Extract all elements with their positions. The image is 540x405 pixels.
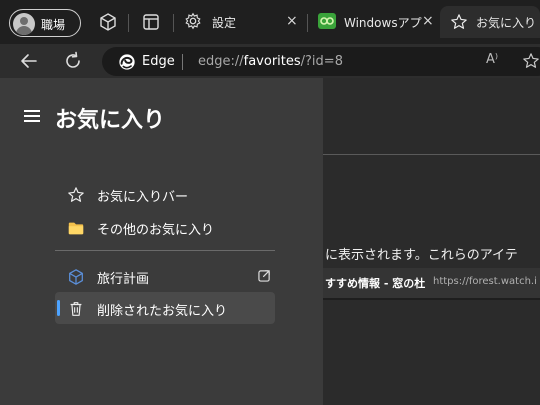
close-icon[interactable]: × [422, 14, 434, 28]
favorite-entry-title: すすめ情報 - 窓の杜 [325, 277, 426, 290]
profile-button[interactable]: 職場 [9, 9, 81, 37]
favorites-side-panel: お気に入り お気に入りバー その他のお気に入り 旅行計画 削除されたお気に入り [0, 78, 323, 405]
star-outline-icon [68, 187, 84, 202]
url-text[interactable]: edge://favorites/?id=8 [198, 54, 343, 69]
favorite-entry-row[interactable]: すすめ情報 - 窓の杜 https://forest.watch.i [323, 268, 540, 300]
gear-icon [185, 12, 201, 30]
nav-item-travel-plan[interactable]: 旅行計画 [55, 260, 275, 292]
nav-item-other-favorites[interactable]: その他のお気に入り [55, 211, 275, 243]
main-divider [323, 154, 540, 155]
tab-windows-app-title: Windowsアプ [344, 16, 422, 30]
tab-favorites[interactable]: お気に入り [440, 6, 540, 38]
tab-bar: 職場 設定 × Windowsアプ × お気に入り [0, 0, 540, 44]
address-divider [182, 54, 183, 70]
vertical-tabs-icon[interactable] [141, 12, 161, 32]
close-icon[interactable]: × [286, 14, 298, 28]
workspaces-icon[interactable] [98, 12, 118, 32]
nav-item-deleted-favorites[interactable]: 削除されたお気に入り [55, 292, 275, 324]
tab-favorites-title: お気に入り [476, 16, 537, 30]
edge-logo-icon [119, 54, 135, 70]
nav-item-label: お気に入りバー [97, 190, 189, 205]
nav-item-favorites-bar[interactable]: お気に入りバー [55, 178, 275, 210]
trash-icon [70, 302, 82, 316]
nav-item-label: 削除されたお気に入り [97, 304, 228, 319]
menu-icon[interactable] [24, 110, 40, 124]
app-store-icon [318, 13, 336, 29]
tab-windows-app[interactable]: Windowsアプ × [312, 6, 438, 38]
refresh-icon[interactable] [62, 50, 84, 72]
favorite-entry-url: https://forest.watch.i [433, 276, 537, 287]
favorites-star-icon [451, 14, 467, 29]
avatar [13, 13, 35, 35]
collection-cube-icon [69, 269, 83, 285]
tab-settings[interactable]: 設定 × [178, 6, 304, 38]
nav-item-label: 旅行計画 [97, 272, 150, 287]
navigation-bar: Edge edge://favorites/?id=8 A⁾ [0, 44, 540, 78]
open-external-icon[interactable] [258, 269, 271, 282]
tab-settings-title: 設定 [212, 16, 237, 30]
favorites-description-text: に表示されます。これらのアイテ [325, 248, 518, 263]
panel-divider [55, 250, 275, 251]
browser-brand-label: Edge [142, 54, 175, 69]
add-favorite-star-icon[interactable] [522, 52, 540, 70]
page-title: お気に入り [55, 108, 166, 133]
profile-label: 職場 [41, 18, 66, 32]
nav-item-label: その他のお気に入り [97, 223, 215, 238]
back-arrow-icon[interactable] [18, 50, 40, 72]
selection-indicator [57, 300, 60, 316]
read-aloud-icon[interactable]: A⁾ [486, 52, 498, 67]
folder-icon [68, 222, 84, 235]
address-bar[interactable]: Edge edge://favorites/?id=8 A⁾ [102, 47, 540, 76]
